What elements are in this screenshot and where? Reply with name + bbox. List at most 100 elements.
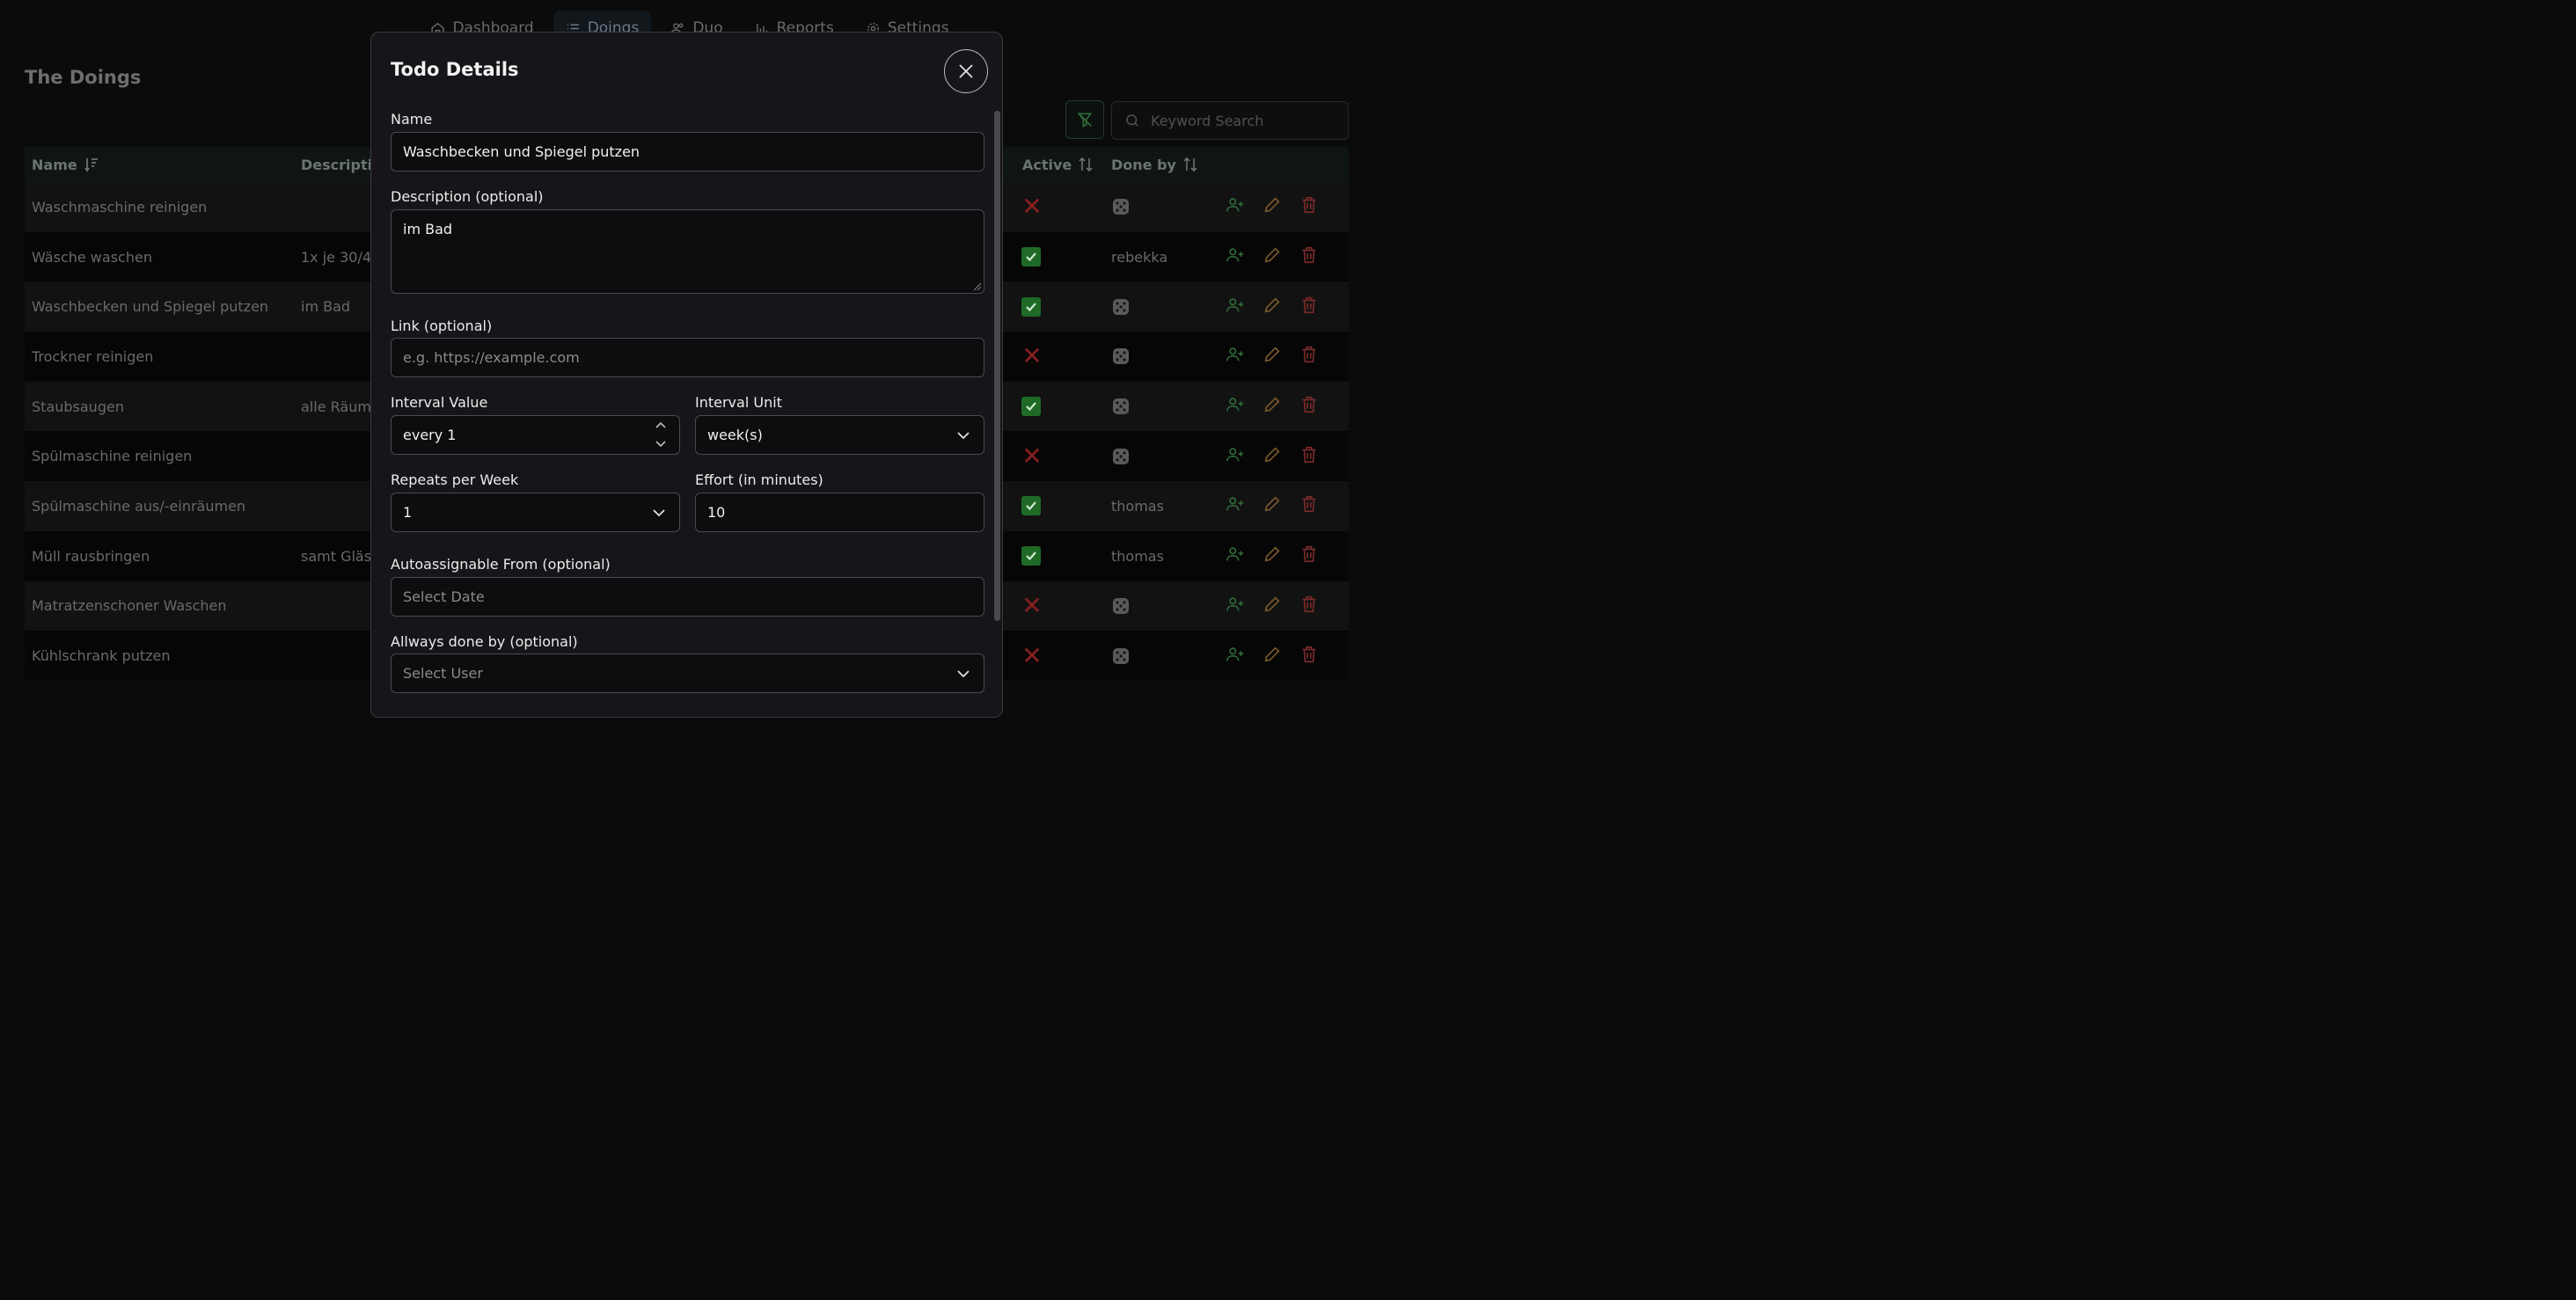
done-by-user: rebekka bbox=[1111, 248, 1168, 266]
trash-icon bbox=[1302, 646, 1316, 662]
effort-input[interactable]: 10 bbox=[695, 493, 984, 532]
delete-button[interactable] bbox=[1299, 195, 1319, 218]
name-value: Waschbecken und Spiegel putzen bbox=[403, 143, 640, 160]
autoassign-date-picker[interactable]: Select Date bbox=[391, 577, 984, 617]
modal-scrollbar[interactable] bbox=[994, 111, 1000, 621]
delete-button[interactable] bbox=[1299, 245, 1319, 268]
sort-desc-icon bbox=[84, 158, 98, 172]
description-label: Description (optional) bbox=[391, 188, 544, 205]
edit-button[interactable] bbox=[1262, 595, 1282, 617]
edit-button[interactable] bbox=[1262, 544, 1282, 567]
effort-value: 10 bbox=[707, 504, 726, 521]
active-check-icon bbox=[1021, 546, 1041, 566]
filter-off-icon bbox=[1077, 112, 1093, 128]
row-active bbox=[1021, 382, 1041, 432]
user-plus-icon bbox=[1226, 448, 1244, 462]
delete-button[interactable] bbox=[1299, 345, 1319, 368]
pencil-icon bbox=[1264, 546, 1280, 562]
row-actions bbox=[1226, 581, 1319, 632]
row-active bbox=[1021, 531, 1041, 581]
delete-button[interactable] bbox=[1299, 395, 1319, 418]
pencil-icon bbox=[1264, 247, 1280, 263]
row-actions bbox=[1226, 332, 1319, 382]
edit-button[interactable] bbox=[1262, 195, 1282, 218]
modal-title: Todo Details bbox=[391, 59, 519, 80]
assign-user-button[interactable] bbox=[1226, 245, 1245, 268]
description-textarea[interactable]: im Bad bbox=[391, 209, 984, 294]
interval-unit-select[interactable]: week(s) bbox=[695, 415, 984, 455]
resize-handle-icon[interactable] bbox=[973, 282, 982, 291]
pencil-icon bbox=[1264, 297, 1280, 313]
column-header-name[interactable]: Name bbox=[32, 147, 99, 182]
row-done-by bbox=[1111, 581, 1131, 632]
edit-button[interactable] bbox=[1262, 296, 1282, 318]
edit-button[interactable] bbox=[1262, 494, 1282, 517]
keyword-search-input[interactable]: Keyword Search bbox=[1111, 101, 1349, 140]
user-plus-icon bbox=[1226, 497, 1244, 511]
delete-button[interactable] bbox=[1299, 645, 1319, 668]
edit-button[interactable] bbox=[1262, 645, 1282, 668]
interval-unit-value: week(s) bbox=[707, 427, 763, 443]
assign-user-button[interactable] bbox=[1226, 345, 1245, 368]
row-active bbox=[1021, 281, 1041, 332]
assign-user-button[interactable] bbox=[1226, 296, 1245, 318]
assign-user-button[interactable] bbox=[1226, 645, 1245, 668]
search-icon bbox=[1126, 114, 1138, 127]
row-name: Waschmaschine reinigen bbox=[32, 198, 208, 215]
done-by-user: thomas bbox=[1111, 547, 1164, 565]
row-actions bbox=[1226, 481, 1319, 531]
row-description: samt Gläs bbox=[301, 547, 372, 565]
trash-icon bbox=[1302, 496, 1316, 513]
active-check-icon bbox=[1021, 397, 1041, 417]
active-check-icon bbox=[1021, 496, 1041, 516]
assign-user-button[interactable] bbox=[1226, 445, 1245, 468]
interval-value-stepper[interactable]: every 1 bbox=[391, 415, 680, 455]
delete-button[interactable] bbox=[1299, 445, 1319, 468]
column-header-active[interactable]: Active bbox=[1022, 147, 1093, 182]
stepper-arrows-icon[interactable] bbox=[655, 419, 667, 450]
always-done-by-select[interactable]: Select User bbox=[391, 654, 984, 693]
column-header-done-by[interactable]: Done by bbox=[1111, 147, 1197, 182]
always-done-by-placeholder: Select User bbox=[403, 665, 483, 682]
row-name: Spülmaschine aus/-einräumen bbox=[32, 497, 246, 515]
todo-details-modal: Todo Details Name Waschbecken und Spiege… bbox=[370, 32, 1003, 718]
interval-unit-label: Interval Unit bbox=[695, 394, 782, 411]
edit-button[interactable] bbox=[1262, 245, 1282, 268]
inactive-cross-icon: ✕ bbox=[1021, 341, 1043, 371]
row-name: Spülmaschine reinigen bbox=[32, 448, 193, 465]
delete-button[interactable] bbox=[1299, 296, 1319, 318]
assign-user-button[interactable] bbox=[1226, 544, 1245, 567]
user-plus-icon bbox=[1226, 398, 1244, 412]
delete-button[interactable] bbox=[1299, 544, 1319, 567]
delete-button[interactable] bbox=[1299, 494, 1319, 517]
edit-button[interactable] bbox=[1262, 345, 1282, 368]
repeats-select[interactable]: 1 bbox=[391, 493, 680, 532]
row-done-by bbox=[1111, 431, 1131, 481]
assign-user-button[interactable] bbox=[1226, 494, 1245, 517]
inactive-cross-icon: ✕ bbox=[1021, 590, 1043, 620]
delete-button[interactable] bbox=[1299, 595, 1319, 617]
sort-icon bbox=[1079, 157, 1093, 172]
assign-user-button[interactable] bbox=[1226, 595, 1245, 617]
random-dice-icon bbox=[1113, 597, 1129, 614]
interval-value-label: Interval Value bbox=[391, 394, 488, 411]
assign-user-button[interactable] bbox=[1226, 395, 1245, 418]
pencil-icon bbox=[1264, 447, 1280, 463]
close-button[interactable] bbox=[944, 49, 988, 93]
link-input[interactable]: e.g. https://example.com bbox=[391, 338, 984, 377]
row-active: ✕ bbox=[1021, 431, 1043, 481]
close-icon bbox=[959, 64, 973, 78]
filter-clear-button[interactable] bbox=[1065, 100, 1104, 139]
random-dice-icon bbox=[1113, 199, 1129, 215]
name-input[interactable]: Waschbecken und Spiegel putzen bbox=[391, 132, 984, 172]
random-dice-icon bbox=[1113, 398, 1129, 415]
inactive-cross-icon: ✕ bbox=[1021, 192, 1043, 222]
interval-value: every 1 bbox=[403, 427, 457, 443]
edit-button[interactable] bbox=[1262, 445, 1282, 468]
sort-icon bbox=[1183, 157, 1197, 172]
trash-icon bbox=[1302, 595, 1316, 612]
edit-button[interactable] bbox=[1262, 395, 1282, 418]
assign-user-button[interactable] bbox=[1226, 195, 1245, 218]
autoassign-label: Autoassignable From (optional) bbox=[391, 556, 611, 573]
active-check-icon bbox=[1021, 296, 1041, 317]
